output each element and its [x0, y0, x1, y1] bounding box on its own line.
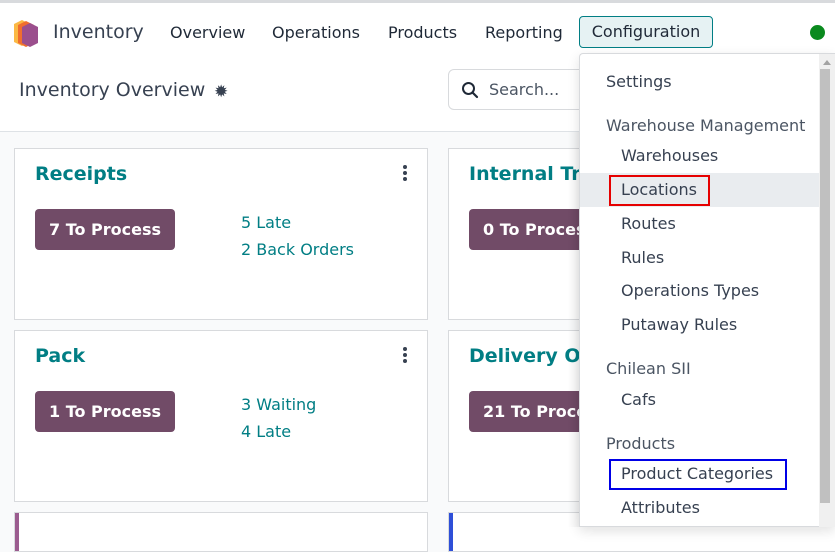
dropdown-shadow: [568, 132, 579, 527]
nav-configuration[interactable]: Configuration: [579, 16, 713, 48]
menu-item-product-categories[interactable]: Product Categories: [580, 457, 820, 491]
nav-reporting[interactable]: Reporting: [485, 23, 563, 42]
scroll-up-arrow-icon[interactable]: [823, 60, 831, 65]
menu-header-warehouse-management: Warehouse Management: [606, 116, 806, 135]
scroll-thumb[interactable]: [820, 69, 830, 503]
menu-item-operations-types[interactable]: Operations Types: [580, 274, 820, 308]
highlight-box-red: [609, 175, 710, 206]
nav-operations[interactable]: Operations: [272, 23, 360, 42]
card-partial: [14, 512, 428, 552]
card-color-stripe: [449, 513, 453, 551]
card-title[interactable]: Receipts: [35, 163, 127, 185]
menu-item-putaway-rules[interactable]: Putaway Rules: [580, 308, 820, 342]
kebab-menu-icon[interactable]: [403, 347, 407, 363]
dropdown-scrollbar[interactable]: [819, 54, 835, 527]
card-title[interactable]: Pack: [35, 345, 85, 367]
status-indicator: [810, 25, 825, 40]
card-pack: Pack 1 To Process 3 Waiting 4 Late: [14, 330, 428, 502]
app-name[interactable]: Inventory: [53, 21, 144, 43]
page-title: Inventory Overview: [19, 79, 206, 101]
stat-waiting[interactable]: 3 Waiting: [241, 395, 316, 414]
kebab-menu-icon[interactable]: [403, 165, 407, 181]
stat-late[interactable]: 4 Late: [241, 422, 291, 441]
search-placeholder: Search...: [489, 80, 560, 99]
nav-overview[interactable]: Overview: [170, 23, 245, 42]
menu-item-routes[interactable]: Routes: [580, 207, 820, 241]
menu-item-locations[interactable]: Locations: [580, 173, 820, 207]
menu-item-settings[interactable]: Settings: [580, 65, 820, 99]
gear-icon[interactable]: ✹: [214, 82, 228, 102]
card-receipts: Receipts 7 To Process 5 Late 2 Back Orde…: [14, 148, 428, 320]
menu-item-warehouses[interactable]: Warehouses: [580, 139, 820, 173]
to-process-button[interactable]: 7 To Process: [35, 209, 176, 250]
nav-products[interactable]: Products: [388, 23, 457, 42]
stat-back-orders[interactable]: 2 Back Orders: [241, 240, 354, 259]
inventory-app-logo-icon[interactable]: [13, 18, 39, 48]
to-process-button[interactable]: 1 To Process: [35, 391, 176, 432]
menu-item-rules[interactable]: Rules: [580, 241, 820, 275]
menu-header-products: Products: [606, 434, 676, 453]
card-color-stripe: [15, 513, 19, 551]
configuration-dropdown: Settings Warehouse Management Warehouses…: [579, 53, 835, 527]
menu-item-attributes[interactable]: Attributes: [580, 491, 820, 525]
highlight-box-blue: [609, 459, 787, 490]
menu-item-cafs[interactable]: Cafs: [580, 383, 820, 417]
stat-late[interactable]: 5 Late: [241, 213, 291, 232]
search-icon: [462, 82, 479, 99]
menu-header-chilean-sii: Chilean SII: [606, 359, 691, 378]
navbar: Inventory Overview Operations Products R…: [0, 3, 835, 58]
